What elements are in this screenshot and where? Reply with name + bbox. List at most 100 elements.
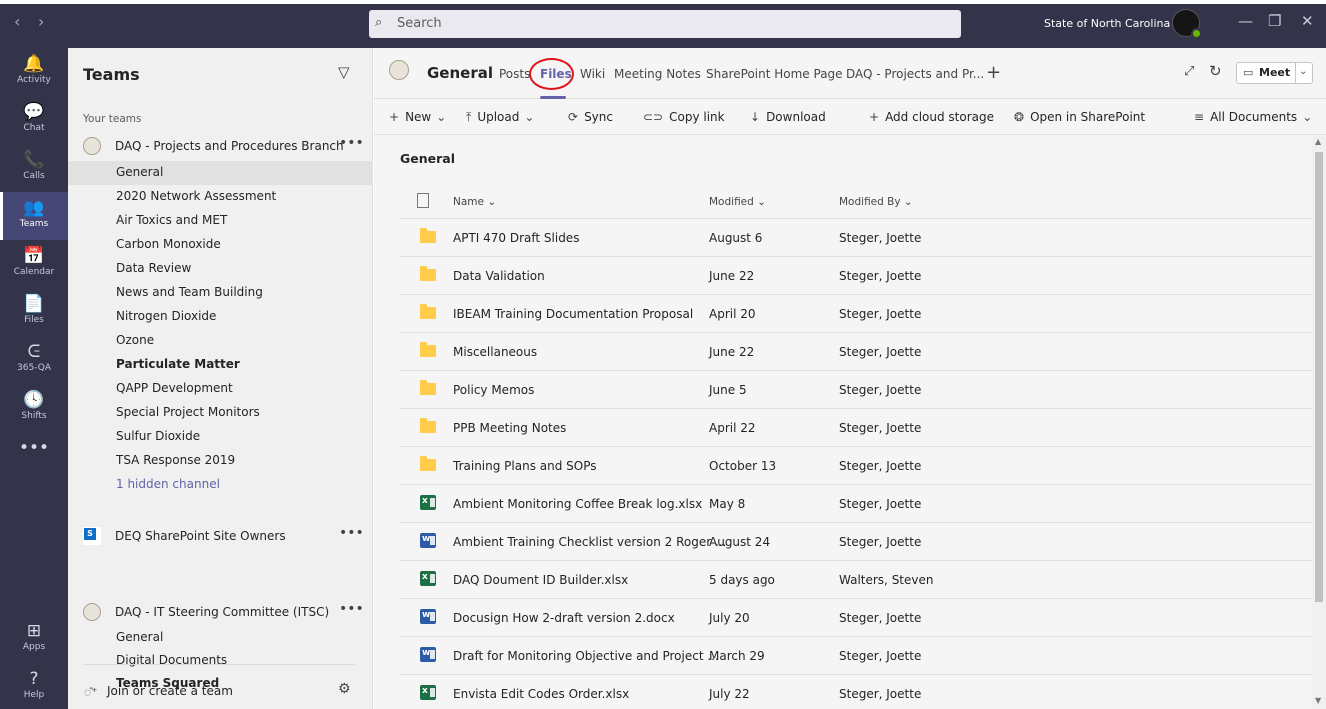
more-options-icon[interactable]: ••• xyxy=(339,601,364,617)
new-button[interactable]: + New ⌄ xyxy=(389,110,452,124)
channel-item[interactable]: General xyxy=(68,161,373,185)
channel-item[interactable]: Particulate Matter xyxy=(83,353,373,377)
upload-button[interactable]: ⤒ Upload ⌄ xyxy=(466,110,540,125)
rail-item-calls[interactable]: 📞 Calls xyxy=(0,144,68,192)
file-name[interactable]: Docusign How 2-draft version 2.docx xyxy=(453,611,675,625)
forward-arrow-icon[interactable]: › xyxy=(38,12,44,31)
scroll-thumb[interactable] xyxy=(1315,152,1323,602)
rail-item-more[interactable]: ••• xyxy=(0,432,68,480)
view-selector[interactable]: ≡ All Documents ⌄ xyxy=(1194,110,1318,124)
channel-item[interactable]: General xyxy=(83,626,373,650)
rail-item-365-qa[interactable]: ᕮ 365-QA xyxy=(0,336,68,384)
rail-item-chat[interactable]: 💬 Chat xyxy=(0,96,68,144)
tab-sharepoint-home[interactable]: SharePoint Home Page xyxy=(706,67,843,81)
file-name[interactable]: Ambient Monitoring Coffee Break log.xlsx xyxy=(453,497,702,511)
back-arrow-icon[interactable]: ‹ xyxy=(14,12,20,31)
join-create-team-link[interactable]: Join or create a team xyxy=(107,684,233,698)
rail-item-apps[interactable]: ⊞ Apps xyxy=(0,615,68,663)
rail-item-calendar[interactable]: 📅 Calendar xyxy=(0,240,68,288)
rail-item-shifts[interactable]: 🕓 Shifts xyxy=(0,384,68,432)
channel-item[interactable]: Special Project Monitors xyxy=(83,401,373,425)
scrollbar[interactable]: ▲ ▼ xyxy=(1312,136,1326,709)
file-row[interactable]: Data Validation June 22 Steger, Joette xyxy=(400,257,1312,295)
file-row[interactable]: Training Plans and SOPs October 13 Steger,… xyxy=(400,447,1312,485)
file-name[interactable]: Training Plans and SOPs xyxy=(453,459,597,473)
channel-item[interactable]: Ozone xyxy=(83,329,373,353)
channel-item[interactable]: 1 hidden channel xyxy=(83,473,373,497)
open-in-sharepoint-button[interactable]: ❂ Open in SharePoint xyxy=(1014,110,1145,124)
avatar[interactable] xyxy=(1172,9,1202,39)
channel-item[interactable]: Data Review xyxy=(83,257,373,281)
file-row[interactable]: Miscellaneous June 22 Steger, Joette xyxy=(400,333,1312,371)
rail-item-activity[interactable]: 🔔 Activity xyxy=(0,48,68,96)
file-name[interactable]: Miscellaneous xyxy=(453,345,537,359)
team-item[interactable]: DAQ - Projects and Procedures Branch ••• xyxy=(83,135,373,160)
more-options-icon[interactable]: ••• xyxy=(339,135,364,151)
sync-button[interactable]: ⟳ Sync xyxy=(568,110,613,124)
meet-button[interactable]: ▭ Meet ⌄ xyxy=(1236,62,1313,84)
file-row[interactable]: x Ambient Monitoring Coffee Break log.xls… xyxy=(400,485,1312,523)
file-name[interactable]: Data Validation xyxy=(453,269,545,283)
tab-meeting-notes[interactable]: Meeting Notes xyxy=(614,67,701,81)
rail-item-files[interactable]: 📄 Files xyxy=(0,288,68,336)
restore-icon[interactable]: ❐ xyxy=(1268,12,1281,30)
column-header-modified-by[interactable]: Modified By ⌄ xyxy=(839,196,913,208)
file-row[interactable]: x DAQ Doument ID Builder.xlsx 5 days ago Wa… xyxy=(400,561,1312,599)
file-name[interactable]: Ambient Training Checklist version 2 Rog… xyxy=(453,535,726,549)
channel-item[interactable]: Air Toxics and MET xyxy=(83,209,373,233)
channel-item[interactable]: Digital Documents xyxy=(83,649,373,673)
tab-posts[interactable]: Posts xyxy=(499,67,530,81)
settings-gear-icon[interactable]: ⚙ xyxy=(338,681,351,697)
scroll-up-arrow-icon[interactable]: ▲ xyxy=(1315,137,1321,146)
expand-icon[interactable]: ⤢ xyxy=(1184,64,1194,79)
team-item[interactable]: S DEQ SharePoint Site Owners ••• xyxy=(83,525,373,550)
file-name[interactable]: IBEAM Training Documentation Proposal xyxy=(453,307,693,321)
file-row[interactable]: IBEAM Training Documentation Proposal Apr… xyxy=(400,295,1312,333)
filter-icon[interactable]: ▽ xyxy=(338,63,350,81)
search-input[interactable]: ⌕ Search xyxy=(369,10,961,38)
file-row[interactable]: x Envista Edit Codes Order.xlsx July 22 Ste… xyxy=(400,675,1312,709)
more-options-icon[interactable]: ••• xyxy=(339,525,364,541)
tab-wiki[interactable]: Wiki xyxy=(580,67,605,81)
file-row[interactable]: w Docusign How 2-draft version 2.docx July… xyxy=(400,599,1312,637)
channel-item[interactable]: QAPP Development xyxy=(83,377,373,401)
file-badge: w xyxy=(420,533,436,548)
file-row[interactable]: APTI 470 Draft Slides August 6 Steger, Joe… xyxy=(400,219,1312,257)
channel-item[interactable]: 2020 Network Assessment xyxy=(83,185,373,209)
org-switcher[interactable]: State of North Carolina ⌄ xyxy=(1044,17,1183,30)
minimize-icon[interactable]: — xyxy=(1238,12,1253,30)
file-name[interactable]: Envista Edit Codes Order.xlsx xyxy=(453,687,629,701)
column-header-modified[interactable]: Modified ⌄ xyxy=(709,196,766,208)
reload-icon[interactable]: ↻ xyxy=(1209,62,1222,80)
rail-item-teams[interactable]: 👥 Teams xyxy=(0,192,68,240)
close-icon[interactable]: ✕ xyxy=(1301,12,1314,30)
file-row[interactable]: PPB Meeting Notes April 22 Steger, Joette xyxy=(400,409,1312,447)
phone-icon: 📞 xyxy=(23,150,45,170)
column-header-name[interactable]: Name ⌄ xyxy=(453,196,496,208)
chevron-down-icon[interactable]: ⌄ xyxy=(1299,66,1307,77)
channel-item[interactable]: News and Team Building xyxy=(83,281,373,305)
channel-item[interactable]: Nitrogen Dioxide xyxy=(83,305,373,329)
rail-item-help[interactable]: ? Help xyxy=(0,663,68,709)
file-name[interactable]: APTI 470 Draft Slides xyxy=(453,231,579,245)
add-tab-button[interactable]: + xyxy=(986,62,1001,83)
file-row[interactable]: w Ambient Training Checklist version 2 Ro… xyxy=(400,523,1312,561)
add-cloud-storage-button[interactable]: + Add cloud storage xyxy=(869,110,994,124)
team-item[interactable]: DAQ - IT Steering Committee (ITSC) ••• xyxy=(83,601,373,626)
file-name[interactable]: PPB Meeting Notes xyxy=(453,421,566,435)
file-name[interactable]: DAQ Doument ID Builder.xlsx xyxy=(453,573,628,587)
file-name[interactable]: Policy Memos xyxy=(453,383,534,397)
channel-item[interactable]: TSA Response 2019 xyxy=(83,449,373,473)
channel-item[interactable]: Carbon Monoxide xyxy=(83,233,373,257)
join-team-icon[interactable]: ᯰ⁺ xyxy=(84,683,97,700)
file-row[interactable]: Policy Memos June 5 Steger, Joette xyxy=(400,371,1312,409)
tab-daq-projects[interactable]: DAQ - Projects and Pr... xyxy=(846,67,984,81)
channel-item[interactable]: Sulfur Dioxide xyxy=(83,425,373,449)
file-name[interactable]: Draft for Monitoring Objective and Proje… xyxy=(453,649,719,663)
file-modified: March 29 xyxy=(709,649,765,663)
file-row[interactable]: w Draft for Monitoring Objective and Proj… xyxy=(400,637,1312,675)
download-button[interactable]: ↓ Download xyxy=(750,110,826,124)
scroll-down-arrow-icon[interactable]: ▼ xyxy=(1315,696,1321,705)
file-modified: May 8 xyxy=(709,497,746,511)
copy-link-button[interactable]: ⊂⊃ Copy link xyxy=(643,110,725,124)
